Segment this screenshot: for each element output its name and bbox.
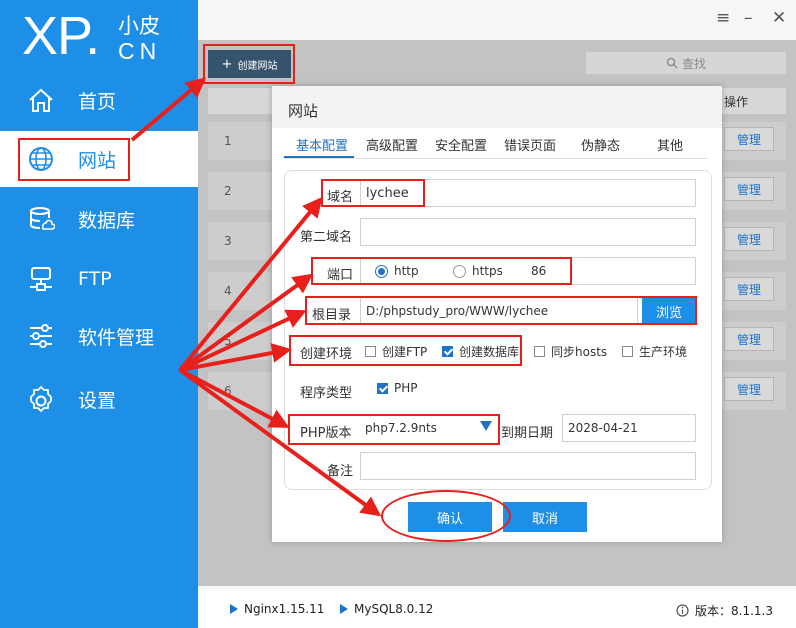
sidebar-item-settings[interactable]: 设置 xyxy=(0,371,198,427)
tab-divider xyxy=(284,158,708,159)
tab-other[interactable]: 其他 xyxy=(657,135,683,154)
row-number: 3 xyxy=(224,234,232,248)
column-header-actions: 操作 xyxy=(724,95,749,109)
expire-date-field[interactable]: 2028-04-21 xyxy=(562,414,696,442)
annotation-box-website xyxy=(18,138,130,181)
sliders-icon xyxy=(26,321,56,351)
checkbox-unchecked-icon xyxy=(622,346,633,357)
annotation-ellipse-confirm xyxy=(381,490,511,542)
sidebar-item-home[interactable]: 首页 xyxy=(0,72,198,128)
mysql-label: MySQL8.0.12 xyxy=(354,602,434,616)
row-number: 4 xyxy=(224,284,232,298)
status-bar: Nginx1.15.11 MySQL8.0.12 版本：8.1.1.3 xyxy=(198,590,796,628)
sidebar-item-database[interactable]: 数据库 xyxy=(0,191,198,247)
manage-button[interactable]: 管理 xyxy=(724,277,774,301)
manage-button[interactable]: 管理 xyxy=(724,127,774,151)
checkbox-unchecked-icon xyxy=(534,346,545,357)
row-number: 2 xyxy=(224,184,232,198)
cancel-button[interactable]: 取消 xyxy=(503,502,587,532)
search-icon xyxy=(666,57,678,69)
program-type-label: 程序类型 xyxy=(300,386,353,401)
second-domain-label: 第二域名 xyxy=(300,230,353,245)
manage-button[interactable]: 管理 xyxy=(724,377,774,401)
annotation-box-create xyxy=(203,44,295,84)
info-icon xyxy=(676,604,689,617)
search-placeholder: 查找 xyxy=(681,56,706,71)
menu-icon[interactable]: ≡ xyxy=(716,8,730,28)
annotation-box-port xyxy=(311,257,572,285)
nginx-status[interactable]: Nginx1.15.11 xyxy=(230,602,324,616)
manage-button[interactable]: 管理 xyxy=(724,327,774,351)
sidebar: XP. 小皮 CN 首页 网站 数据库 FTP 软件管理 设置 xyxy=(0,0,198,628)
dialog-header xyxy=(272,86,722,128)
sidebar-item-label: 设置 xyxy=(78,389,117,412)
row-number: 6 xyxy=(224,384,232,398)
sidebar-item-label: 首页 xyxy=(78,90,117,113)
manage-button[interactable]: 管理 xyxy=(724,177,774,201)
second-domain-field[interactable] xyxy=(360,218,696,246)
manage-button[interactable]: 管理 xyxy=(724,227,774,251)
annotation-box-env xyxy=(289,335,522,366)
sidebar-item-label: 软件管理 xyxy=(78,326,155,349)
dialog-title: 网站 xyxy=(288,102,319,120)
checkbox-checked-icon xyxy=(377,382,388,394)
home-icon xyxy=(26,85,56,115)
nginx-label: Nginx1.15.11 xyxy=(244,602,325,616)
database-icon xyxy=(26,204,56,234)
logo: XP. 小皮 CN xyxy=(22,4,172,68)
logo-cn-bottom: CN xyxy=(118,38,162,64)
sidebar-item-label: FTP xyxy=(78,268,112,290)
version-info: 版本：8.1.1.3 xyxy=(676,602,773,619)
version-label: 版本：8.1.1.3 xyxy=(695,604,773,618)
mysql-status[interactable]: MySQL8.0.12 xyxy=(340,602,433,616)
sync-hosts-label: 同步hosts xyxy=(551,345,608,359)
search-input[interactable]: 查找 xyxy=(586,52,786,74)
play-icon xyxy=(340,604,348,614)
tab-security[interactable]: 安全配置 xyxy=(435,135,487,154)
active-tab-indicator xyxy=(284,156,354,158)
sidebar-item-label: 数据库 xyxy=(78,209,136,232)
ftp-icon xyxy=(26,264,56,294)
tab-error-pages[interactable]: 错误页面 xyxy=(504,135,556,154)
note-label: 备注 xyxy=(327,464,354,479)
logo-xp: XP. xyxy=(22,6,100,66)
tab-rewrite[interactable]: 伪静态 xyxy=(581,135,620,154)
logo-cn-top: 小皮 xyxy=(118,14,160,38)
note-field[interactable] xyxy=(360,452,696,480)
sidebar-item-software[interactable]: 软件管理 xyxy=(0,308,198,364)
production-checkbox[interactable]: 生产环境 xyxy=(622,343,687,360)
annotation-box-domain xyxy=(321,179,425,207)
php-checkbox[interactable]: PHP xyxy=(377,381,418,395)
annotation-box-root xyxy=(305,296,697,325)
play-icon xyxy=(230,604,238,614)
annotation-box-php xyxy=(288,414,500,445)
sidebar-item-ftp[interactable]: FTP xyxy=(0,251,198,307)
expire-date-label: 到期日期 xyxy=(501,426,554,441)
php-label: PHP xyxy=(394,381,418,395)
sync-hosts-checkbox[interactable]: 同步hosts xyxy=(534,343,607,360)
minimize-button[interactable]: – xyxy=(744,8,753,28)
row-number: 5 xyxy=(224,334,232,348)
row-number: 1 xyxy=(224,134,232,148)
tab-advanced[interactable]: 高级配置 xyxy=(366,135,418,154)
tab-basic[interactable]: 基本配置 xyxy=(296,135,348,154)
close-button[interactable]: ✕ xyxy=(772,8,786,28)
gear-icon xyxy=(26,384,56,414)
production-label: 生产环境 xyxy=(639,345,688,359)
